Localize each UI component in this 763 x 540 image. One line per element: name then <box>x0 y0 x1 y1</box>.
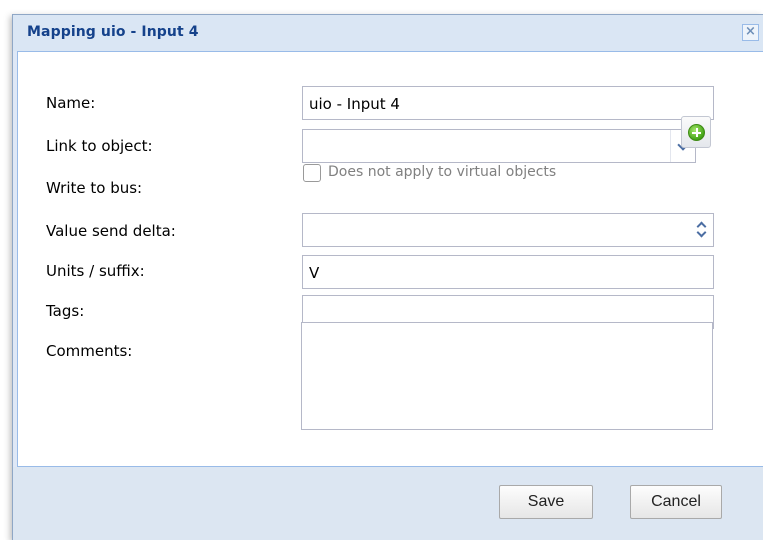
link-to-object-combo[interactable] <box>302 129 696 163</box>
units-input[interactable]: V <box>302 255 714 289</box>
cancel-button[interactable]: Cancel <box>630 485 722 519</box>
comments-textarea[interactable] <box>301 322 713 430</box>
link-to-object-label: Link to object: <box>46 137 153 155</box>
write-to-bus-label: Write to bus: <box>46 179 143 197</box>
write-to-bus-note: Does not apply to virtual objects <box>328 164 557 180</box>
spin-down-icon[interactable] <box>696 227 707 238</box>
dialog-title: Mapping uio - Input 4 <box>27 24 199 40</box>
add-circle-icon <box>688 124 705 141</box>
spinner[interactable] <box>689 214 713 246</box>
value-send-delta-input[interactable] <box>302 213 714 247</box>
units-label: Units / suffix: <box>46 262 145 280</box>
tags-label: Tags: <box>46 302 85 320</box>
save-button[interactable]: Save <box>499 485 593 519</box>
add-object-button[interactable] <box>681 116 711 148</box>
dialog-header[interactable]: Mapping uio - Input 4 × <box>13 15 763 51</box>
value-send-delta-label: Value send delta: <box>46 222 176 240</box>
comments-label: Comments: <box>46 342 133 360</box>
name-input[interactable]: uio - Input 4 <box>302 86 714 120</box>
name-label: Name: <box>46 94 96 112</box>
mapping-dialog: Mapping uio - Input 4 × Name: uio - Inpu… <box>12 14 763 540</box>
close-icon[interactable]: × <box>742 24 759 41</box>
write-to-bus-checkbox[interactable] <box>303 164 321 182</box>
